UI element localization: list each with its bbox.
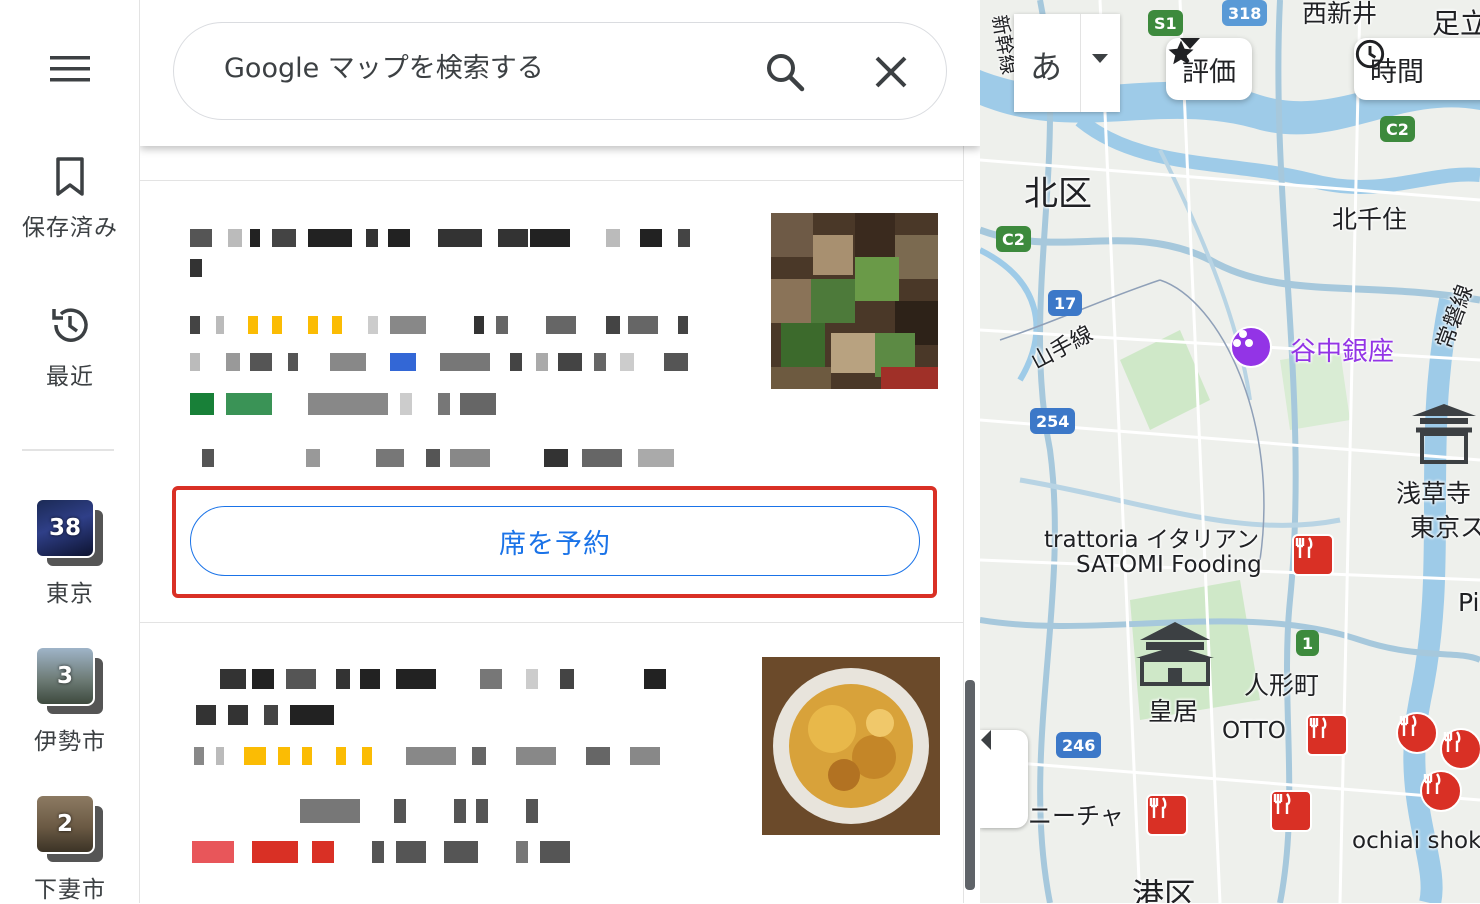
recent-label: 最近 bbox=[46, 364, 94, 390]
restaurant-pin[interactable] bbox=[1146, 794, 1188, 836]
close-icon[interactable] bbox=[872, 53, 910, 91]
yanaka-pin[interactable] bbox=[1230, 326, 1272, 368]
map-label: 人形町 bbox=[1244, 671, 1320, 700]
place-count: 2 bbox=[56, 811, 73, 837]
restaurant-label[interactable]: ochiai shok bbox=[1352, 828, 1480, 854]
saved-place-ise[interactable]: 3 伊勢市 bbox=[0, 646, 140, 756]
restaurant-icon bbox=[1423, 773, 1441, 794]
saved-place-tokyo[interactable]: 38 東京 bbox=[0, 498, 140, 608]
place-count: 38 bbox=[48, 515, 81, 541]
rating-filter-chip[interactable]: 評価 bbox=[1166, 38, 1252, 100]
place-label: 伊勢市 bbox=[34, 729, 106, 755]
rail-divider bbox=[22, 449, 114, 451]
menu-icon bbox=[50, 56, 90, 82]
collapse-panel-button[interactable] bbox=[980, 730, 1028, 828]
map-canvas[interactable]: 318 S1 C2 C2 17 254 1 246 西新井 足立 北区 北千住 … bbox=[980, 0, 1480, 903]
restaurant-icon bbox=[1273, 793, 1291, 814]
map-label: 足立 bbox=[1432, 7, 1480, 40]
restaurant-icon bbox=[1149, 797, 1167, 818]
route-shield: C2 bbox=[1380, 116, 1415, 142]
saved-button[interactable]: 保存済み bbox=[0, 156, 140, 242]
map-label: Pi bbox=[1458, 588, 1480, 617]
restaurant-icon bbox=[1443, 731, 1461, 752]
place-count: 3 bbox=[56, 663, 73, 689]
saved-place-shimotsuma[interactable]: 2 下妻市 bbox=[0, 794, 140, 904]
search-box bbox=[173, 22, 947, 120]
restaurant-icon bbox=[1309, 717, 1327, 738]
lang-label: あ bbox=[1030, 48, 1063, 86]
restaurant-pin[interactable] bbox=[1270, 790, 1312, 832]
saved-label: 保存済み bbox=[22, 215, 118, 241]
place-thumbnail: 38 bbox=[35, 498, 105, 568]
route-shield: 1 bbox=[1296, 630, 1320, 656]
results-list: 席を予約 bbox=[140, 180, 968, 903]
results-panel: 席を予約 bbox=[140, 0, 980, 903]
result-card[interactable]: 席を予約 bbox=[140, 180, 968, 622]
restaurant-pin[interactable] bbox=[1306, 714, 1348, 756]
restaurant-pin[interactable] bbox=[1420, 770, 1462, 812]
map-label[interactable]: 谷中銀座 bbox=[1290, 331, 1394, 368]
map-label: 皇居 bbox=[1148, 697, 1199, 726]
navigation-rail: 保存済み 最近 38 東京 3 伊勢市 2 下妻市 bbox=[0, 0, 140, 903]
reserve-table-button[interactable]: 席を予約 bbox=[190, 506, 920, 576]
route-shield: 246 bbox=[1056, 732, 1102, 758]
map-label: 東京ス bbox=[1410, 513, 1480, 542]
route-shield: C2 bbox=[996, 226, 1031, 252]
history-icon bbox=[52, 308, 88, 342]
results-scrollbar[interactable] bbox=[965, 680, 975, 890]
search-icon[interactable] bbox=[764, 51, 806, 93]
palace-icon bbox=[1130, 618, 1220, 688]
chevron-left-icon bbox=[981, 730, 991, 750]
restaurant-label[interactable]: ニーチャ bbox=[1028, 796, 1124, 831]
temple-icon bbox=[1408, 402, 1480, 466]
place-label: 東京 bbox=[46, 581, 94, 607]
search-input[interactable] bbox=[224, 53, 744, 84]
map-label: 北千住 bbox=[1332, 205, 1408, 234]
result-photo[interactable] bbox=[762, 657, 940, 835]
menu-button[interactable] bbox=[0, 52, 140, 90]
route-shield: 318 bbox=[1222, 0, 1268, 26]
dropdown-arrow-icon bbox=[1092, 54, 1108, 63]
chevron-down-icon bbox=[1180, 38, 1200, 49]
result-photo[interactable] bbox=[771, 213, 938, 389]
recent-button[interactable]: 最近 bbox=[0, 303, 140, 391]
route-shield: 17 bbox=[1048, 290, 1083, 316]
map-label: 北区 bbox=[1024, 174, 1092, 214]
restaurant-pin[interactable] bbox=[1440, 728, 1480, 770]
search-header bbox=[140, 0, 980, 146]
restaurant-pin[interactable] bbox=[1396, 712, 1438, 754]
place-thumbnail: 3 bbox=[35, 646, 105, 716]
map-label: 浅草寺 bbox=[1396, 479, 1472, 508]
place-thumbnail: 2 bbox=[35, 794, 105, 864]
restaurant-pin[interactable] bbox=[1292, 534, 1334, 576]
restaurant-icon bbox=[1399, 715, 1417, 736]
restaurant-label[interactable]: SATOMI Fooding bbox=[1076, 552, 1262, 578]
restaurant-label[interactable]: trattoria イタリアン bbox=[1044, 520, 1259, 554]
clock-icon bbox=[1355, 39, 1385, 69]
place-label: 下妻市 bbox=[34, 877, 106, 903]
route-shield: S1 bbox=[1148, 10, 1183, 36]
route-shield: 254 bbox=[1030, 408, 1076, 434]
bookmark-icon bbox=[56, 157, 84, 196]
result-card[interactable] bbox=[140, 622, 968, 903]
restaurant-icon bbox=[1295, 537, 1313, 558]
input-language-button[interactable]: あ bbox=[1014, 14, 1120, 112]
map-label: 西新井 bbox=[1302, 0, 1378, 28]
restaurant-label[interactable]: OTTO bbox=[1222, 718, 1286, 744]
hours-filter-chip[interactable]: 時間 bbox=[1354, 38, 1480, 100]
map-label: 港区 bbox=[1132, 876, 1197, 903]
shopping-icon bbox=[1233, 330, 1253, 347]
